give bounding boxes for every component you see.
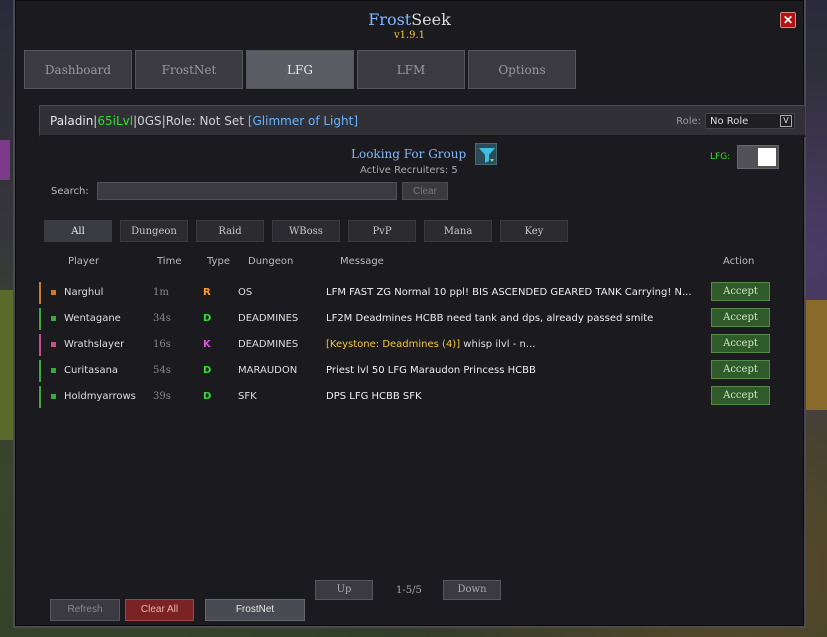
category-key[interactable]: Key xyxy=(500,220,568,242)
row-player[interactable]: Narghul xyxy=(64,287,103,298)
row-type: K xyxy=(203,339,211,350)
page-up-button[interactable]: Up xyxy=(315,580,373,600)
accept-button[interactable]: Accept xyxy=(711,334,770,353)
column-header-dungeon: Dungeon xyxy=(248,256,294,267)
column-header-player: Player xyxy=(68,256,100,267)
tab-lfm[interactable]: LFM xyxy=(357,50,465,89)
row-message: DPS LFG HCBB SFK xyxy=(326,391,422,402)
column-header-time: Time xyxy=(157,256,182,267)
row-accent xyxy=(39,334,41,356)
list-item[interactable]: Narghul 1m R OS LFM FAST ZG Normal 10 ppl! B… xyxy=(39,282,778,304)
row-type: R xyxy=(203,287,211,298)
search-input[interactable] xyxy=(97,182,397,200)
lfg-toggle[interactable] xyxy=(737,145,779,169)
row-dungeon: MARAUDON xyxy=(238,365,298,376)
role-status: Role: Not Set xyxy=(165,113,244,128)
player-info-bar: Paladin | 65iLvl | 0GS | Role: Not Set [… xyxy=(39,105,806,137)
toggle-knob xyxy=(758,148,776,166)
background-foliage xyxy=(0,290,14,440)
category-dungeon[interactable]: Dungeon xyxy=(120,220,188,242)
clear-search-button[interactable]: Clear xyxy=(402,182,448,200)
frostseek-window: FrostSeek v1.9.1 ✕ Dashboard FrostNet LF… xyxy=(13,0,806,628)
accept-button[interactable]: Accept xyxy=(711,386,770,405)
refresh-button[interactable]: Refresh xyxy=(50,599,120,621)
frostnet-button[interactable]: FrostNet xyxy=(205,599,305,621)
row-player[interactable]: Wrathslayer xyxy=(64,339,124,350)
close-button[interactable]: ✕ xyxy=(780,12,796,28)
category-mana[interactable]: Mana xyxy=(424,220,492,242)
row-type: D xyxy=(203,365,212,376)
row-dungeon: DEADMINES xyxy=(238,339,299,350)
row-time: 16s xyxy=(153,339,171,350)
row-player[interactable]: Wentagane xyxy=(64,313,121,324)
row-type: D xyxy=(203,313,212,324)
category-pvp[interactable]: PvP xyxy=(348,220,416,242)
row-dungeon: OS xyxy=(238,287,253,298)
active-recruiters: Active Recruiters: 5 xyxy=(360,165,458,176)
class-color-icon xyxy=(51,316,56,321)
row-accent xyxy=(39,386,41,408)
column-header-message: Message xyxy=(340,256,384,267)
row-dungeon: SFK xyxy=(238,391,257,402)
row-message: [Keystone: Deadmines (4)] whisp ilvl - n… xyxy=(326,339,536,350)
tab-lfg[interactable]: LFG xyxy=(246,50,354,89)
row-message: LF2M Deadmines HCBB need tank and dps, a… xyxy=(326,313,654,324)
category-all[interactable]: All xyxy=(44,220,112,242)
lfg-toggle-label: LFG: xyxy=(710,152,731,162)
accept-button[interactable]: Accept xyxy=(711,308,770,327)
list-item[interactable]: Curitasana 54s D MARAUDON Priest lvl 50 LFG … xyxy=(39,360,778,382)
row-type: D xyxy=(203,391,212,402)
class-color-icon xyxy=(51,394,56,399)
category-wboss[interactable]: WBoss xyxy=(272,220,340,242)
search-label: Search: xyxy=(51,186,89,197)
class-color-icon xyxy=(51,290,56,295)
page-down-button[interactable]: Down xyxy=(443,580,501,600)
row-time: 39s xyxy=(153,391,171,402)
window-title: FrostSeek xyxy=(368,10,451,29)
column-header-action: Action xyxy=(723,256,755,267)
filter-icon[interactable] xyxy=(475,143,497,165)
row-time: 54s xyxy=(153,365,171,376)
accept-button[interactable]: Accept xyxy=(711,282,770,301)
clear-all-button[interactable]: Clear All xyxy=(125,599,194,621)
role-label: Role: xyxy=(676,115,701,127)
version-label: v1.9.1 xyxy=(393,30,426,41)
class-color-icon xyxy=(51,368,56,373)
row-time: 1m xyxy=(153,287,169,298)
category-raid[interactable]: Raid xyxy=(196,220,264,242)
row-accent xyxy=(39,360,41,382)
tab-frostnet[interactable]: FrostNet xyxy=(135,50,243,89)
role-value: No Role xyxy=(710,115,749,127)
section-heading: Looking For Group xyxy=(351,147,467,161)
row-dungeon: DEADMINES xyxy=(238,313,299,324)
list-item[interactable]: Holdmyarrows 39s D SFK DPS LFG HCBB SFK Accep… xyxy=(39,386,778,408)
row-player[interactable]: Holdmyarrows xyxy=(64,391,136,402)
row-message: LFM FAST ZG Normal 10 ppl! BIS ASCENDED … xyxy=(326,287,692,298)
row-time: 34s xyxy=(153,313,171,324)
tab-dashboard[interactable]: Dashboard xyxy=(24,50,132,89)
role-dropdown[interactable]: No Role V xyxy=(705,113,795,129)
list-item[interactable]: Wrathslayer 16s K DEADMINES [Keystone: Dead… xyxy=(39,334,778,356)
category-filter-bar: All Dungeon Raid WBoss PvP Mana Key xyxy=(44,220,568,242)
column-header-type: Type xyxy=(207,256,230,267)
row-player[interactable]: Curitasana xyxy=(64,365,118,376)
tab-bar: Dashboard FrostNet LFG LFM Options xyxy=(24,50,576,89)
item-level: 65iLvl xyxy=(97,113,134,128)
list-item[interactable]: Wentagane 34s D DEADMINES LF2M Deadmines HCB… xyxy=(39,308,778,330)
row-accent xyxy=(39,308,41,330)
row-message: Priest lvl 50 LFG Maraudon Princess HCBB xyxy=(326,365,536,376)
player-class: Paladin xyxy=(50,113,94,128)
chevron-down-icon: V xyxy=(780,115,792,127)
spell-link[interactable]: [Glimmer of Light] xyxy=(248,114,358,128)
role-selector: Role: No Role V xyxy=(676,113,795,129)
accept-button[interactable]: Accept xyxy=(711,360,770,379)
class-color-icon xyxy=(51,342,56,347)
background-banner xyxy=(0,140,10,180)
row-accent xyxy=(39,282,41,304)
gear-score: 0GS xyxy=(137,113,162,128)
page-count: 1-5/5 xyxy=(396,585,422,596)
tab-options[interactable]: Options xyxy=(468,50,576,89)
